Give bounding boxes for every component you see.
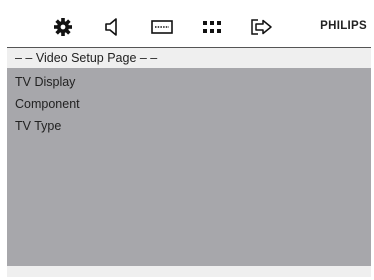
exit-arrow-icon[interactable] <box>250 16 274 38</box>
toolbar: PHILIPS <box>7 7 371 48</box>
gear-icon[interactable] <box>51 16 75 38</box>
page-title: – – Video Setup Page – – <box>15 51 158 65</box>
menu-panel: TV Display Component TV Type <box>7 68 371 266</box>
menu-item-tv-type[interactable]: TV Type <box>15 118 61 134</box>
menu-item-component[interactable]: Component <box>15 96 80 112</box>
page-title-bar: – – Video Setup Page – – <box>7 48 371 68</box>
speaker-icon[interactable] <box>101 16 125 38</box>
footer-bar <box>7 266 371 277</box>
brand-logo: PHILIPS <box>320 20 367 32</box>
menu-item-tv-display[interactable]: TV Display <box>15 74 75 90</box>
setup-screen: PHILIPS – – Video Setup Page – – TV Disp… <box>7 7 371 277</box>
dots-grid-icon[interactable] <box>200 16 224 38</box>
subtitle-icon[interactable] <box>150 16 174 38</box>
